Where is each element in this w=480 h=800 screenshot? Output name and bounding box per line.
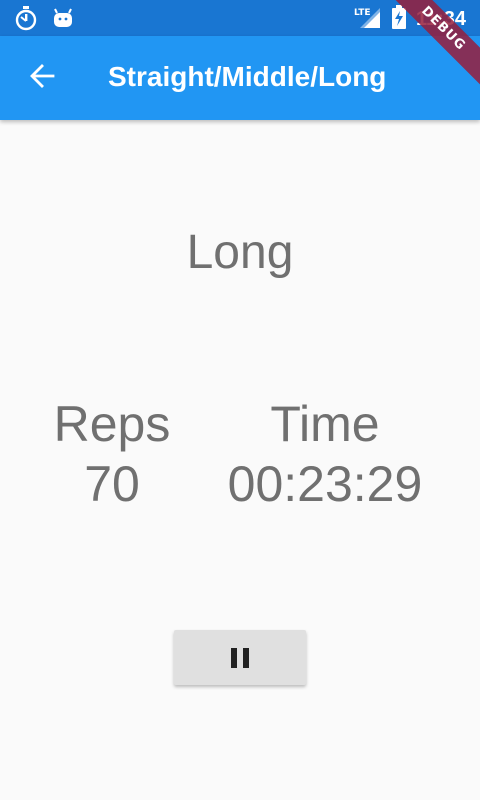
back-button[interactable] <box>18 54 66 102</box>
arrow-back-icon <box>29 63 55 93</box>
app-bar: Straight/Middle/Long <box>0 36 480 120</box>
pause-icon <box>231 647 249 668</box>
page-title: Straight/Middle/Long <box>108 61 387 92</box>
reps-stat: Reps 70 <box>32 394 192 514</box>
svg-text:LTE: LTE <box>354 8 371 18</box>
time-value: 00:23:29 <box>227 456 423 512</box>
reps-label: Reps <box>53 396 171 452</box>
screen: LTE 11:34 Straight/ <box>0 0 480 800</box>
pause-button[interactable] <box>174 630 306 685</box>
lte-signal-icon: LTE <box>354 4 382 34</box>
time-label: Time <box>270 396 380 452</box>
time-stat: Time 00:23:29 <box>215 394 435 514</box>
pause-bar-left <box>231 647 237 668</box>
reps-value: 70 <box>84 456 140 512</box>
phase-label: Long <box>186 226 294 279</box>
stopwatch-icon <box>14 5 38 35</box>
status-left <box>14 5 74 35</box>
android-icon <box>52 7 74 33</box>
pause-bar-right <box>243 647 249 668</box>
